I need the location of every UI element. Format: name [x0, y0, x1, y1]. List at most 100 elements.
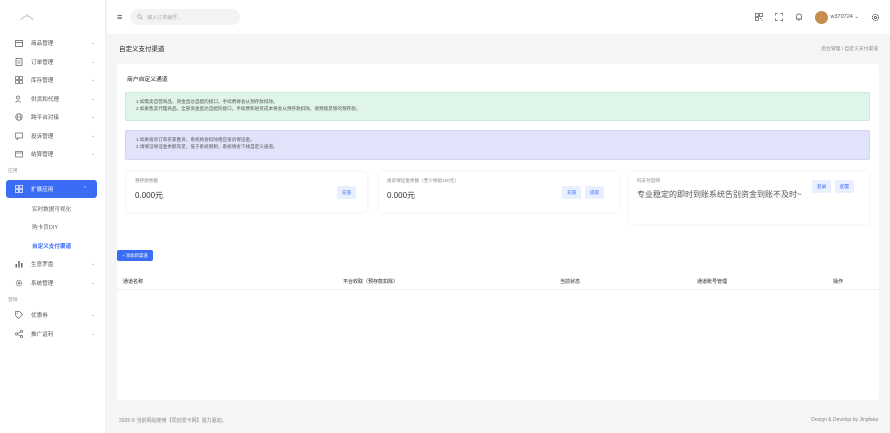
column-header: 平台收取（预存款扣除）	[343, 279, 399, 285]
chevron-down-icon: ⌄	[90, 40, 95, 47]
box-icon	[14, 38, 24, 48]
codepay-login-button[interactable]: 登录	[812, 180, 832, 193]
alert-green: 1.如需卖自营商品，资金直达自配的接口，手续费将会从预存款扣除。 2.如果售卖代…	[125, 92, 870, 121]
chart-icon	[14, 259, 24, 269]
stat-label: 投诉保证金余额（至少保留100元）	[387, 178, 459, 183]
footer-credit: Design & Develop by Jingfaka	[811, 417, 878, 423]
sidebar-item-label: 推广返利	[31, 331, 54, 338]
prepaid-recharge-button[interactable]: 充值	[337, 186, 357, 199]
user-menu[interactable]: w370724 ⌄	[814, 10, 859, 24]
sidebar-item-label: 跨平台对接	[31, 115, 59, 122]
column-header: 通道账号管理	[697, 279, 728, 285]
chevron-up-icon: ⌃	[82, 185, 87, 192]
sidebar-subitem-custom-payment[interactable]: 自定义支付渠道	[0, 237, 105, 256]
fullscreen-icon[interactable]	[774, 13, 783, 21]
logo-icon	[20, 14, 34, 21]
qrcode-icon[interactable]	[754, 13, 763, 21]
grid-icon	[14, 184, 24, 194]
sidebar-item-goods[interactable]: 商品管理 ⌄	[0, 34, 105, 53]
share-icon	[14, 329, 24, 339]
sidebar: 商品管理 ⌄ 订单管理 ⌄ 库存管理 ⌄ 供货和代理 ⌄ 跨平台对接 ⌄ 投诉管…	[0, 0, 106, 433]
chevron-down-icon: ⌄	[90, 114, 95, 121]
column-header: 当前状态	[560, 279, 581, 285]
sidebar-item-label: 商品管理	[31, 41, 54, 48]
sidebar-item-label: 供货和代理	[31, 96, 59, 103]
avatar	[814, 10, 828, 24]
deposit-recharge-button[interactable]: 充值	[562, 186, 582, 199]
chevron-down-icon: ⌄	[90, 330, 95, 337]
username: w370724	[830, 14, 853, 20]
alert-line: 1.如需卖自营商品，资金直达自配的接口，手续费将会从预存款扣除。	[136, 99, 278, 104]
gear-icon[interactable]	[871, 13, 880, 22]
deposit-balance-card: 投诉保证金余额（至少保留100元） 0.000元 充值 提取	[379, 172, 619, 212]
sidebar-item-complaints[interactable]: 投诉管理 ⌄	[0, 127, 105, 146]
sidebar-item-label: 库存管理	[31, 78, 54, 85]
sidebar-item-settlement[interactable]: 结算管理 ⌄	[0, 145, 105, 164]
chevron-down-icon: ⌄	[90, 261, 95, 268]
sidebar-item-inventory[interactable]: 库存管理 ⌄	[0, 71, 105, 90]
sidebar-top-items: 商品管理 ⌄ 订单管理 ⌄ 库存管理 ⌄ 供货和代理 ⌄ 跨平台对接 ⌄ 投诉管…	[0, 34, 105, 164]
sidebar-item-label: 系统管理	[31, 280, 54, 287]
sidebar-item-orders[interactable]: 订单管理 ⌄	[0, 53, 105, 72]
table-header: 通道名称 平台收取（预存款扣除） 当前状态 通道账号管理 操作	[117, 274, 879, 290]
wallet-icon	[14, 149, 24, 159]
footer: 2025 © 当前网站使用【同创发卡网】强力驱动。 Design & Devel…	[107, 410, 890, 430]
chevron-down-icon: ⌄	[90, 58, 95, 65]
sidebar-item-system[interactable]: 系统管理 ⌄	[0, 274, 105, 293]
sidebar-subitem-diy[interactable]: 购卡页DIY	[0, 218, 105, 237]
globe-icon	[14, 112, 24, 122]
gear-icon	[14, 278, 24, 288]
sidebar-item-label: 投诉管理	[31, 133, 54, 140]
sidebar-item-extensions[interactable]: 扩展应用 ⌃	[6, 179, 97, 198]
search-placeholder: 输入订单编号...	[147, 14, 182, 21]
logo[interactable]	[0, 0, 105, 34]
chevron-down-icon: ⌄	[852, 14, 859, 20]
alert-blue: 1.如果投诉订单买家胜诉，系统将会扣除相应投诉保证金。 2.请保证保证金余额充足…	[125, 130, 870, 160]
section-label-marketing: 营销	[8, 297, 18, 303]
sidebar-item-coupons[interactable]: 优惠券 ⌄	[0, 306, 105, 325]
add-channel-button[interactable]: + 添加新渠道	[117, 250, 153, 261]
alert-line: 2.如果售卖代理商品，全部资金直达自配的接口，手续费和进货成本将会从预存款扣除，…	[136, 106, 361, 111]
topbar-actions: w370724 ⌄	[754, 10, 880, 24]
page-header: 自定义支付渠道 后台管理 / 自定义支付渠道	[107, 34, 890, 62]
menu-toggle-icon[interactable]: ≡	[117, 12, 122, 22]
chevron-down-icon: ⌄	[90, 95, 95, 102]
alert-line: 1.如果投诉订单买家胜诉，系统将会扣除相应投诉保证金。	[136, 137, 255, 142]
sidebar-item-compass[interactable]: 生意罗盘 ⌄	[0, 255, 105, 274]
breadcrumb[interactable]: 后台管理 / 自定义支付渠道	[821, 45, 878, 52]
topbar: ≡ 输入订单编号... w370724 ⌄	[107, 0, 890, 34]
tag-icon	[14, 310, 24, 320]
stat-label: 预存款余额	[135, 178, 158, 183]
alert-line: 2.请保证保证金余额充足，低于系统限制，系统将会下线自定义通道。	[136, 144, 278, 149]
section-label-app: 应用	[8, 169, 18, 174]
search-icon	[137, 14, 143, 20]
chevron-down-icon: ⌄	[90, 279, 95, 286]
chevron-down-icon: ⌄	[90, 151, 95, 158]
chevron-down-icon: ⌄	[90, 312, 95, 319]
chevron-down-icon: ⌄	[90, 77, 95, 84]
page-title: 自定义支付渠道	[119, 46, 165, 53]
grid-icon	[14, 75, 24, 85]
sidebar-item-label: 扩展应用	[31, 186, 54, 193]
deposit-withdraw-button[interactable]: 提取	[585, 186, 605, 199]
bell-icon[interactable]	[795, 13, 803, 21]
codepay-config-button[interactable]: 配置	[835, 180, 855, 193]
sidebar-subitem-realtime[interactable]: 实时数据可视化	[0, 200, 105, 219]
sidebar-item-cross-platform[interactable]: 跨平台对接 ⌄	[0, 108, 105, 127]
search-input[interactable]: 输入订单编号...	[130, 9, 241, 25]
main-card: 商户自定义通道 1.如需卖自营商品，资金直达自配的接口，手续费将会从预存款扣除。…	[117, 64, 879, 400]
sidebar-item-supply[interactable]: 供货和代理 ⌄	[0, 90, 105, 109]
column-header: 操作	[833, 279, 844, 285]
users-icon	[14, 94, 24, 104]
column-header: 通道名称	[123, 279, 144, 285]
prepaid-balance-card: 预存款余额 0.000元 充值	[127, 172, 367, 212]
sidebar-item-label: 结算管理	[31, 152, 54, 159]
chevron-down-icon: ⌄	[90, 132, 95, 139]
stat-value: 0.000元	[135, 191, 164, 200]
sidebar-item-referral[interactable]: 推广返利 ⌄	[0, 325, 105, 344]
message-icon	[14, 131, 24, 141]
sidebar-item-label: 优惠券	[31, 313, 48, 320]
codepay-card: 码支付官网 专业稳定的即时到账系统告别资金到账不及时~ 登录 配置	[629, 172, 869, 224]
footer-copyright: 2025 © 当前网站使用【同创发卡网】强力驱动。	[119, 417, 227, 424]
card-title: 商户自定义通道	[127, 77, 168, 83]
